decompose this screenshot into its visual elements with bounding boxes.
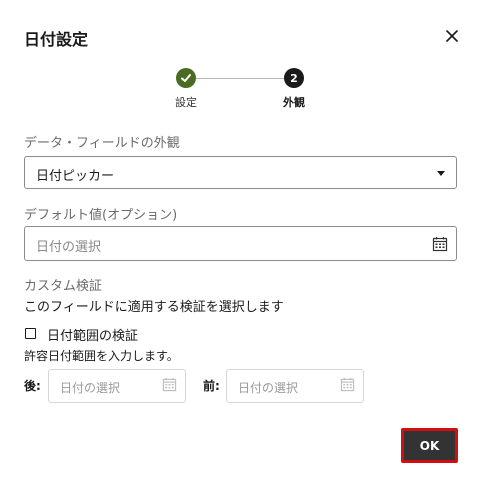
after-label: 後: xyxy=(24,379,41,393)
step-label: 外観 xyxy=(283,96,305,109)
appearance-select-value: 日付ピッカー xyxy=(36,169,115,184)
dialog-title: 日付設定 xyxy=(24,30,89,49)
after-date-input[interactable]: 日付の選択 xyxy=(48,369,186,403)
date-range-checkbox[interactable] xyxy=(25,328,36,339)
calendar-icon[interactable] xyxy=(162,377,177,392)
after-date-placeholder: 日付の選択 xyxy=(60,381,121,395)
calendar-icon[interactable] xyxy=(432,236,448,252)
validation-description: このフィールドに適用する検証を選択します xyxy=(24,300,284,315)
before-label: 前: xyxy=(203,379,220,393)
date-range-hint: 許容日付範囲を入力します。 xyxy=(24,349,179,363)
custom-validation-label: カスタム検証 xyxy=(24,279,103,294)
chevron-down-icon xyxy=(437,171,445,176)
step-number: 2 xyxy=(284,68,304,88)
close-button[interactable] xyxy=(440,24,464,48)
step-settings[interactable]: 設定 xyxy=(156,66,216,110)
calendar-icon[interactable] xyxy=(340,377,355,392)
before-date-input[interactable]: 日付の選択 xyxy=(226,369,364,403)
default-date-placeholder: 日付の選択 xyxy=(36,240,102,255)
checkmark-icon xyxy=(181,74,191,82)
step-appearance[interactable]: 2 外観 xyxy=(264,66,324,110)
ok-button[interactable]: OK xyxy=(401,428,458,463)
stepper: 設定 2 外観 xyxy=(150,66,330,112)
appearance-select[interactable]: 日付ピッカー xyxy=(24,156,457,189)
default-date-input[interactable]: 日付の選択 xyxy=(24,226,457,261)
appearance-label: データ・フィールドの外観 xyxy=(24,136,180,151)
step-label: 設定 xyxy=(175,96,197,109)
step-completed-indicator xyxy=(176,68,196,88)
date-range-checkbox-label[interactable]: 日付範囲の検証 xyxy=(47,325,138,344)
default-value-label: デフォルト値(オプション) xyxy=(24,208,178,223)
close-icon xyxy=(446,30,458,42)
before-date-placeholder: 日付の選択 xyxy=(238,381,299,395)
